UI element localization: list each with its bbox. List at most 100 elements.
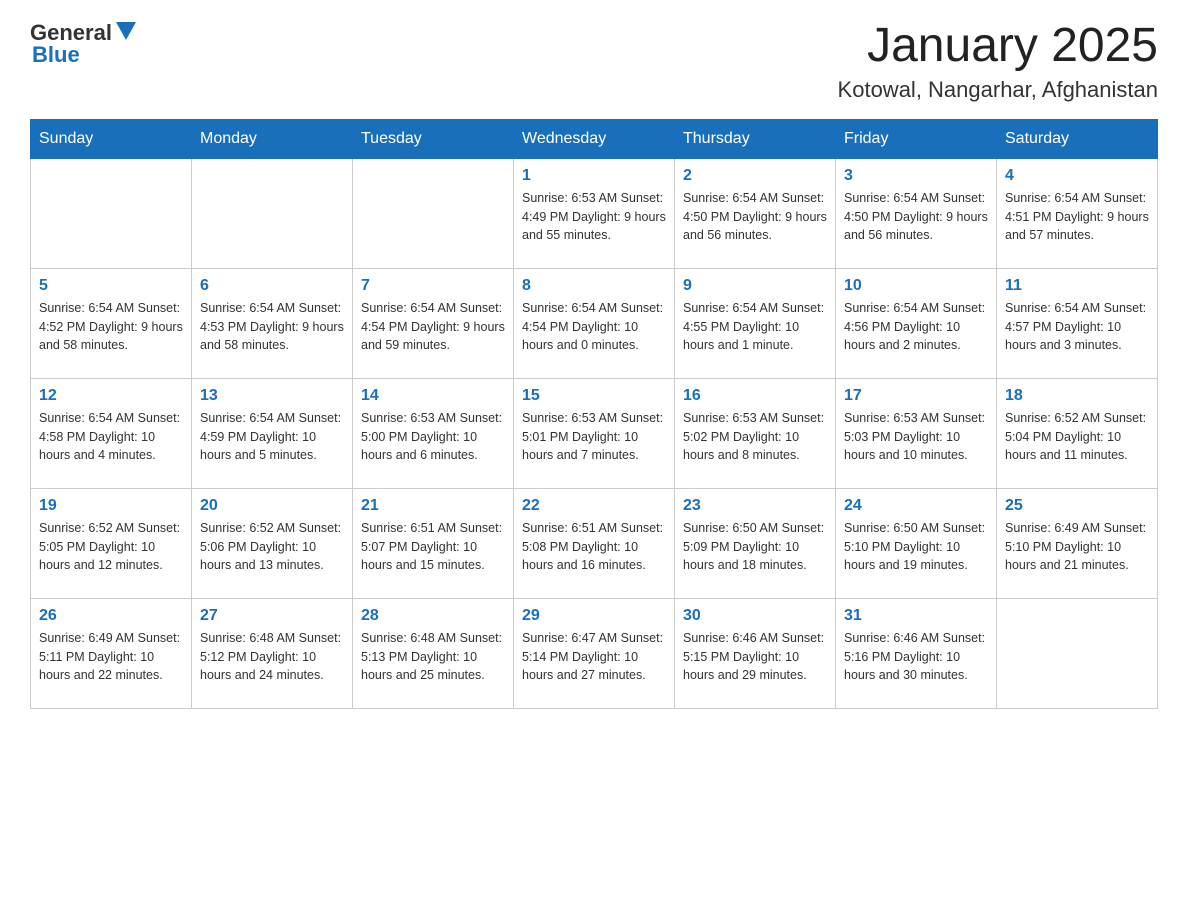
calendar-cell: 8 Sunrise: 6:54 AM Sunset: 4:54 PM Daylig… [514,268,675,378]
day-number: 1 [522,167,666,185]
day-number: 5 [39,277,183,295]
calendar-week-row: 1 Sunrise: 6:53 AM Sunset: 4:49 PM Daylig… [31,158,1158,268]
day-info: Sunrise: 6:52 AM Sunset: 5:06 PM Dayligh… [200,519,344,575]
calendar-cell: 4 Sunrise: 6:54 AM Sunset: 4:51 PM Daylig… [997,158,1158,268]
day-number: 9 [683,277,827,295]
calendar-cell [997,598,1158,708]
calendar-cell: 5 Sunrise: 6:54 AM Sunset: 4:52 PM Daylig… [31,268,192,378]
day-number: 14 [361,387,505,405]
day-number: 20 [200,497,344,515]
day-number: 25 [1005,497,1149,515]
day-number: 13 [200,387,344,405]
day-number: 26 [39,607,183,625]
day-info: Sunrise: 6:48 AM Sunset: 5:13 PM Dayligh… [361,629,505,685]
calendar-cell: 24Sunrise: 6:50 AM Sunset: 5:10 PM Dayli… [836,488,997,598]
day-number: 27 [200,607,344,625]
day-info: Sunrise: 6:54 AM Sunset: 4:50 PM Dayligh… [844,189,988,245]
day-number: 24 [844,497,988,515]
calendar-cell: 20 Sunrise: 6:52 AM Sunset: 5:06 PM Dayli… [192,488,353,598]
day-number: 8 [522,277,666,295]
day-info: Sunrise: 6:54 AM Sunset: 4:50 PM Dayligh… [683,189,827,245]
day-info: Sunrise: 6:50 AM Sunset: 5:09 PM Dayligh… [683,519,827,575]
calendar-cell: 11Sunrise: 6:54 AM Sunset: 4:57 PM Dayli… [997,268,1158,378]
logo-triangle-icon [116,22,136,45]
day-info: Sunrise: 6:53 AM Sunset: 5:03 PM Dayligh… [844,409,988,465]
logo-blue: Blue [32,42,80,68]
day-number: 22 [522,497,666,515]
day-number: 29 [522,607,666,625]
day-info: Sunrise: 6:52 AM Sunset: 5:04 PM Dayligh… [1005,409,1149,465]
day-number: 2 [683,167,827,185]
calendar-cell [192,158,353,268]
day-number: 7 [361,277,505,295]
calendar-cell: 9Sunrise: 6:54 AM Sunset: 4:55 PM Daylig… [675,268,836,378]
day-info: Sunrise: 6:54 AM Sunset: 4:58 PM Dayligh… [39,409,183,465]
calendar-cell: 23 Sunrise: 6:50 AM Sunset: 5:09 PM Dayli… [675,488,836,598]
column-header-wednesday: Wednesday [514,119,675,158]
month-title: January 2025 [838,20,1158,73]
day-info: Sunrise: 6:54 AM Sunset: 4:57 PM Dayligh… [1005,299,1149,355]
calendar-cell: 16Sunrise: 6:53 AM Sunset: 5:02 PM Dayli… [675,378,836,488]
day-info: Sunrise: 6:51 AM Sunset: 5:08 PM Dayligh… [522,519,666,575]
calendar-cell: 26 Sunrise: 6:49 AM Sunset: 5:11 PM Dayli… [31,598,192,708]
calendar-cell: 6 Sunrise: 6:54 AM Sunset: 4:53 PM Daylig… [192,268,353,378]
day-number: 31 [844,607,988,625]
day-info: Sunrise: 6:53 AM Sunset: 5:01 PM Dayligh… [522,409,666,465]
calendar-cell: 25 Sunrise: 6:49 AM Sunset: 5:10 PM Dayli… [997,488,1158,598]
calendar-cell: 28Sunrise: 6:48 AM Sunset: 5:13 PM Dayli… [353,598,514,708]
calendar-cell: 14Sunrise: 6:53 AM Sunset: 5:00 PM Dayli… [353,378,514,488]
day-number: 17 [844,387,988,405]
page-header: General Blue January 2025 Kotowal, Nanga… [30,20,1158,103]
day-info: Sunrise: 6:51 AM Sunset: 5:07 PM Dayligh… [361,519,505,575]
day-number: 18 [1005,387,1149,405]
day-info: Sunrise: 6:54 AM Sunset: 4:52 PM Dayligh… [39,299,183,355]
day-info: Sunrise: 6:46 AM Sunset: 5:15 PM Dayligh… [683,629,827,685]
day-info: Sunrise: 6:54 AM Sunset: 4:51 PM Dayligh… [1005,189,1149,245]
calendar-cell: 7 Sunrise: 6:54 AM Sunset: 4:54 PM Daylig… [353,268,514,378]
calendar-cell: 29 Sunrise: 6:47 AM Sunset: 5:14 PM Dayli… [514,598,675,708]
calendar-cell [353,158,514,268]
day-info: Sunrise: 6:54 AM Sunset: 4:53 PM Dayligh… [200,299,344,355]
title-area: January 2025 Kotowal, Nangarhar, Afghani… [838,20,1158,103]
day-info: Sunrise: 6:48 AM Sunset: 5:12 PM Dayligh… [200,629,344,685]
column-header-sunday: Sunday [31,119,192,158]
calendar-cell: 1 Sunrise: 6:53 AM Sunset: 4:49 PM Daylig… [514,158,675,268]
day-info: Sunrise: 6:54 AM Sunset: 4:54 PM Dayligh… [361,299,505,355]
day-info: Sunrise: 6:52 AM Sunset: 5:05 PM Dayligh… [39,519,183,575]
day-info: Sunrise: 6:46 AM Sunset: 5:16 PM Dayligh… [844,629,988,685]
day-info: Sunrise: 6:53 AM Sunset: 5:02 PM Dayligh… [683,409,827,465]
day-number: 12 [39,387,183,405]
calendar-cell: 15Sunrise: 6:53 AM Sunset: 5:01 PM Dayli… [514,378,675,488]
calendar-cell: 31 Sunrise: 6:46 AM Sunset: 5:16 PM Dayli… [836,598,997,708]
calendar-week-row: 5 Sunrise: 6:54 AM Sunset: 4:52 PM Daylig… [31,268,1158,378]
day-number: 4 [1005,167,1149,185]
day-number: 23 [683,497,827,515]
calendar-cell: 22 Sunrise: 6:51 AM Sunset: 5:08 PM Dayli… [514,488,675,598]
day-info: Sunrise: 6:49 AM Sunset: 5:11 PM Dayligh… [39,629,183,685]
day-info: Sunrise: 6:53 AM Sunset: 4:49 PM Dayligh… [522,189,666,245]
calendar-cell: 27 Sunrise: 6:48 AM Sunset: 5:12 PM Dayli… [192,598,353,708]
calendar-cell: 10Sunrise: 6:54 AM Sunset: 4:56 PM Dayli… [836,268,997,378]
calendar-header-row: SundayMondayTuesdayWednesdayThursdayFrid… [31,119,1158,158]
day-number: 30 [683,607,827,625]
calendar-week-row: 12 Sunrise: 6:54 AM Sunset: 4:58 PM Dayli… [31,378,1158,488]
column-header-friday: Friday [836,119,997,158]
day-number: 3 [844,167,988,185]
day-info: Sunrise: 6:49 AM Sunset: 5:10 PM Dayligh… [1005,519,1149,575]
calendar-cell: 18 Sunrise: 6:52 AM Sunset: 5:04 PM Dayli… [997,378,1158,488]
day-info: Sunrise: 6:47 AM Sunset: 5:14 PM Dayligh… [522,629,666,685]
calendar-cell [31,158,192,268]
calendar-cell: 2 Sunrise: 6:54 AM Sunset: 4:50 PM Daylig… [675,158,836,268]
day-number: 6 [200,277,344,295]
calendar-cell: 13 Sunrise: 6:54 AM Sunset: 4:59 PM Dayli… [192,378,353,488]
day-info: Sunrise: 6:54 AM Sunset: 4:54 PM Dayligh… [522,299,666,355]
column-header-thursday: Thursday [675,119,836,158]
day-info: Sunrise: 6:54 AM Sunset: 4:59 PM Dayligh… [200,409,344,465]
day-info: Sunrise: 6:54 AM Sunset: 4:56 PM Dayligh… [844,299,988,355]
calendar-cell: 17 Sunrise: 6:53 AM Sunset: 5:03 PM Dayli… [836,378,997,488]
calendar-cell: 21Sunrise: 6:51 AM Sunset: 5:07 PM Dayli… [353,488,514,598]
day-number: 19 [39,497,183,515]
logo: General Blue [30,20,136,68]
calendar-week-row: 26 Sunrise: 6:49 AM Sunset: 5:11 PM Dayli… [31,598,1158,708]
column-header-tuesday: Tuesday [353,119,514,158]
